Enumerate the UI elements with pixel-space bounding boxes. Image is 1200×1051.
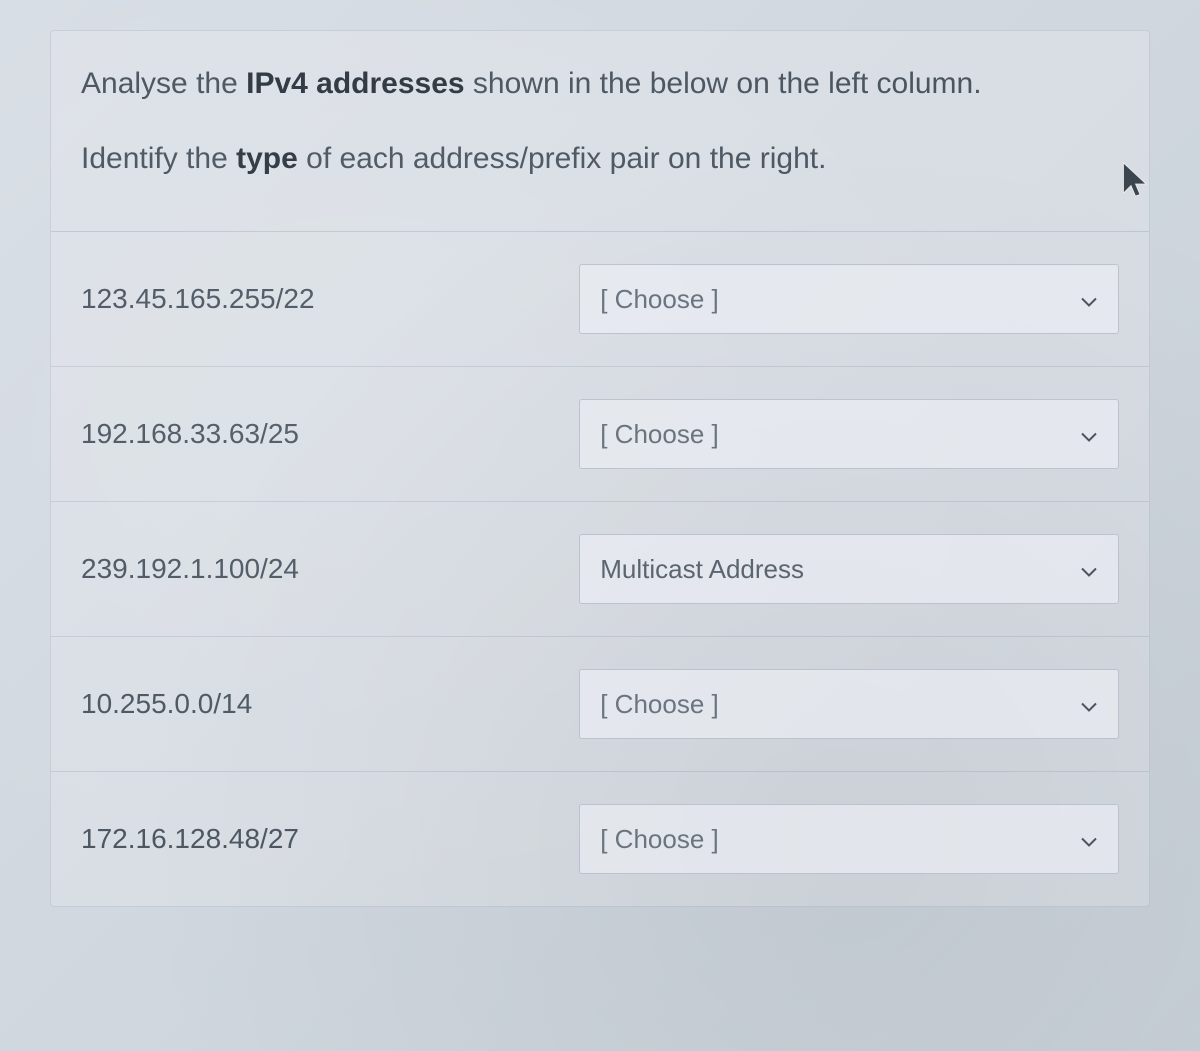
- chevron-down-icon: [1080, 554, 1098, 585]
- select-value: [ Choose ]: [600, 824, 719, 855]
- address-type-select[interactable]: [ Choose ]: [579, 804, 1119, 874]
- address-type-select[interactable]: [ Choose ]: [579, 399, 1119, 469]
- matching-row: 192.168.33.63/25 [ Choose ]: [51, 367, 1149, 502]
- ipv4-address-label: 123.45.165.255/22: [81, 283, 579, 315]
- select-value: [ Choose ]: [600, 419, 719, 450]
- instruction-bold: type: [236, 142, 298, 175]
- matching-row: 10.255.0.0/14 [ Choose ]: [51, 637, 1149, 772]
- instruction-text: Analyse the: [81, 67, 246, 100]
- instruction-text: shown in the below on the left column.: [465, 67, 982, 100]
- select-cell: [ Choose ]: [579, 264, 1119, 334]
- instruction-text: of each address/prefix pair on the right…: [298, 142, 827, 175]
- ipv4-address-label: 239.192.1.100/24: [81, 553, 579, 585]
- instruction-block: Analyse the IPv4 addresses shown in the …: [51, 31, 1149, 232]
- select-value: [ Choose ]: [600, 284, 719, 315]
- select-cell: [ Choose ]: [579, 399, 1119, 469]
- instruction-text: Identify the: [81, 142, 236, 175]
- matching-row: 239.192.1.100/24 Multicast Address: [51, 502, 1149, 637]
- select-value: Multicast Address: [600, 554, 804, 585]
- select-cell: [ Choose ]: [579, 669, 1119, 739]
- select-value: [ Choose ]: [600, 689, 719, 720]
- address-type-select[interactable]: Multicast Address: [579, 534, 1119, 604]
- chevron-down-icon: [1080, 419, 1098, 450]
- ipv4-address-label: 172.16.128.48/27: [81, 823, 579, 855]
- select-cell: Multicast Address: [579, 534, 1119, 604]
- question-container: Analyse the IPv4 addresses shown in the …: [50, 30, 1150, 907]
- matching-row: 172.16.128.48/27 [ Choose ]: [51, 772, 1149, 906]
- matching-row: 123.45.165.255/22 [ Choose ]: [51, 232, 1149, 367]
- address-type-select[interactable]: [ Choose ]: [579, 669, 1119, 739]
- chevron-down-icon: [1080, 284, 1098, 315]
- chevron-down-icon: [1080, 689, 1098, 720]
- select-cell: [ Choose ]: [579, 804, 1119, 874]
- ipv4-address-label: 10.255.0.0/14: [81, 688, 579, 720]
- ipv4-address-label: 192.168.33.63/25: [81, 418, 579, 450]
- mouse-cursor-icon: [1119, 160, 1155, 207]
- address-type-select[interactable]: [ Choose ]: [579, 264, 1119, 334]
- instruction-line-2: Identify the type of each address/prefix…: [81, 136, 1119, 181]
- instruction-bold: IPv4 addresses: [246, 67, 464, 100]
- instruction-line-1: Analyse the IPv4 addresses shown in the …: [81, 61, 1119, 106]
- chevron-down-icon: [1080, 824, 1098, 855]
